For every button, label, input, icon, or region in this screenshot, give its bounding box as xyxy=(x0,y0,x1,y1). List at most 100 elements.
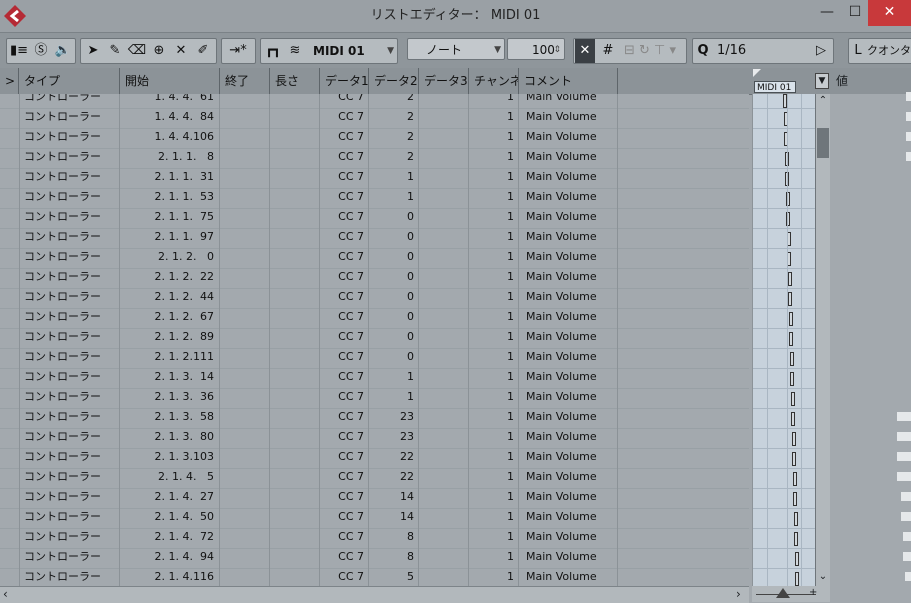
cell-data2[interactable]: 5 xyxy=(371,568,414,586)
cell-channel[interactable]: 1 xyxy=(471,408,514,428)
cell-data2[interactable]: 8 xyxy=(371,528,414,548)
cell-type[interactable]: コントローラー xyxy=(24,488,118,508)
cell-data1[interactable]: CC 7 xyxy=(322,168,364,188)
color-tool-icon[interactable]: ✐ xyxy=(193,39,213,63)
scroll-thumb[interactable] xyxy=(817,128,829,158)
controller-event-marker[interactable] xyxy=(794,552,799,566)
grid-icon[interactable]: # xyxy=(598,39,618,63)
cell-comment[interactable]: Main Volume xyxy=(526,308,616,328)
zoom-slider[interactable]: + xyxy=(752,586,830,602)
cell-channel[interactable]: 1 xyxy=(471,108,514,128)
cell-type[interactable]: コントローラー xyxy=(24,328,118,348)
table-row[interactable]: コントローラー 2. 1. 2. 0 CC 7 0 1 Main Volume xyxy=(0,248,749,269)
table-row[interactable]: コントローラー 2. 1. 4. 72 CC 7 8 1 Main Volume xyxy=(0,528,749,549)
cell-start[interactable]: 2. 1. 1. 8 xyxy=(122,148,214,168)
cell-data1[interactable]: CC 7 xyxy=(322,568,364,586)
cell-data2[interactable]: 2 xyxy=(371,108,414,128)
zoom-tool-icon[interactable]: ⊕ xyxy=(149,39,169,63)
cell-type[interactable]: コントローラー xyxy=(24,308,118,328)
controller-event-marker[interactable] xyxy=(787,272,792,286)
cell-type[interactable]: コントローラー xyxy=(24,108,118,128)
cell-start[interactable]: 2. 1. 3. 80 xyxy=(122,428,214,448)
table-row[interactable]: コントローラー 2. 1. 3.103 CC 7 22 1 Main Volume xyxy=(0,448,749,469)
cell-data1[interactable]: CC 7 xyxy=(322,268,364,288)
controller-event-marker[interactable] xyxy=(789,352,794,366)
column-header-data1[interactable]: データ1 xyxy=(320,68,369,94)
vertical-scrollbar[interactable]: ⌃ ⌄ xyxy=(815,94,830,586)
cell-data2[interactable]: 0 xyxy=(371,228,414,248)
cell-data2[interactable]: 0 xyxy=(371,268,414,288)
cell-type[interactable]: コントローラー xyxy=(24,368,118,388)
cell-type[interactable]: コントローラー xyxy=(24,228,118,248)
velocity-field[interactable]: 100 ⇕ xyxy=(507,38,565,60)
cell-start[interactable]: 2. 1. 1. 31 xyxy=(122,168,214,188)
cell-data1[interactable]: CC 7 xyxy=(322,228,364,248)
cell-comment[interactable]: Main Volume xyxy=(526,168,616,188)
snap-toggle-icon[interactable]: ✕ xyxy=(575,39,595,63)
cell-data2[interactable]: 22 xyxy=(371,448,414,468)
cell-type[interactable]: コントローラー xyxy=(24,468,118,488)
cell-channel[interactable]: 1 xyxy=(471,188,514,208)
cell-channel[interactable]: 1 xyxy=(471,328,514,348)
cell-type[interactable]: コントローラー xyxy=(24,348,118,368)
controller-event-marker[interactable] xyxy=(794,532,798,546)
cell-data1[interactable]: CC 7 xyxy=(322,288,364,308)
table-row[interactable]: コントローラー 2. 1. 2.111 CC 7 0 1 Main Volume xyxy=(0,348,749,369)
column-header-length[interactable]: 長さ xyxy=(270,68,320,94)
cell-channel[interactable]: 1 xyxy=(471,308,514,328)
cell-data2[interactable]: 1 xyxy=(371,168,414,188)
controller-event-marker[interactable] xyxy=(793,492,797,506)
cell-comment[interactable]: Main Volume xyxy=(526,148,616,168)
length-quantize-select[interactable]: クオンタ xyxy=(867,39,911,63)
part-list-icon[interactable]: ≋ xyxy=(285,39,305,63)
cell-data1[interactable]: CC 7 xyxy=(322,428,364,448)
cell-start[interactable]: 2. 1. 2. 0 xyxy=(122,248,214,268)
table-row[interactable]: コントローラー 2. 1. 1. 75 CC 7 0 1 Main Volume xyxy=(0,208,749,229)
scroll-left-icon[interactable]: ‹ xyxy=(3,587,8,601)
part-name-select[interactable]: MIDI 01 xyxy=(313,39,383,63)
cell-data2[interactable]: 14 xyxy=(371,508,414,528)
column-header-comment[interactable]: コメント xyxy=(519,68,618,94)
cell-comment[interactable]: Main Volume xyxy=(526,348,616,368)
cell-data1[interactable]: CC 7 xyxy=(322,248,364,268)
cell-type[interactable]: コントローラー xyxy=(24,448,118,468)
expand-icon[interactable]: > xyxy=(0,68,19,94)
column-header-data3[interactable]: データ3 xyxy=(419,68,469,94)
cell-start[interactable]: 2. 1. 3. 14 xyxy=(122,368,214,388)
controller-event-marker[interactable] xyxy=(793,512,798,526)
table-row[interactable]: コントローラー 2. 1. 3. 14 CC 7 1 1 Main Volume xyxy=(0,368,749,389)
table-row[interactable]: コントローラー 1. 4. 4. 84 CC 7 2 1 Main Volume xyxy=(0,108,749,129)
cell-comment[interactable]: Main Volume xyxy=(526,568,616,586)
cell-start[interactable]: 2. 1. 4. 94 xyxy=(122,548,214,568)
quantize-value[interactable]: 1/16 xyxy=(717,39,797,63)
cell-data2[interactable]: 8 xyxy=(371,548,414,568)
cell-comment[interactable]: Main Volume xyxy=(526,428,616,448)
cell-data2[interactable]: 0 xyxy=(371,208,414,228)
cell-data1[interactable]: CC 7 xyxy=(322,128,364,148)
controller-event-marker[interactable] xyxy=(792,472,797,486)
cell-start[interactable]: 2. 1. 3. 58 xyxy=(122,408,214,428)
cell-comment[interactable]: Main Volume xyxy=(526,508,616,528)
table-row[interactable]: コントローラー 2. 1. 1. 97 CC 7 0 1 Main Volume xyxy=(0,228,749,249)
cell-data1[interactable]: CC 7 xyxy=(322,308,364,328)
cell-comment[interactable]: Main Volume xyxy=(526,468,616,488)
table-row[interactable]: コントローラー 2. 1. 4. 5 CC 7 22 1 Main Volume xyxy=(0,468,749,489)
cell-data2[interactable]: 2 xyxy=(371,94,414,108)
table-row[interactable]: コントローラー 2. 1. 3. 80 CC 7 23 1 Main Volume xyxy=(0,428,749,449)
table-row[interactable]: コントローラー 2. 1. 3. 36 CC 7 1 1 Main Volume xyxy=(0,388,749,409)
controller-event-marker[interactable] xyxy=(792,452,796,466)
mute-tool-icon[interactable]: ✕ xyxy=(171,39,191,63)
ruler-menu-button[interactable]: ▼ xyxy=(815,73,829,89)
cell-comment[interactable]: Main Volume xyxy=(526,94,616,108)
horizontal-scrollbar[interactable]: ‹ › xyxy=(0,586,749,603)
cell-start[interactable]: 2. 1. 4.116 xyxy=(122,568,214,586)
cell-channel[interactable]: 1 xyxy=(471,228,514,248)
table-row[interactable]: コントローラー 1. 4. 4.106 CC 7 2 1 Main Volume xyxy=(0,128,749,149)
cell-comment[interactable]: Main Volume xyxy=(526,388,616,408)
cell-type[interactable]: コントローラー xyxy=(24,168,118,188)
cell-comment[interactable]: Main Volume xyxy=(526,528,616,548)
cell-type[interactable]: コントローラー xyxy=(24,408,118,428)
solo-icon[interactable]: Ⓢ xyxy=(31,39,51,63)
table-row[interactable]: コントローラー 2. 1. 4. 27 CC 7 14 1 Main Volume xyxy=(0,488,749,509)
cell-data2[interactable]: 0 xyxy=(371,328,414,348)
